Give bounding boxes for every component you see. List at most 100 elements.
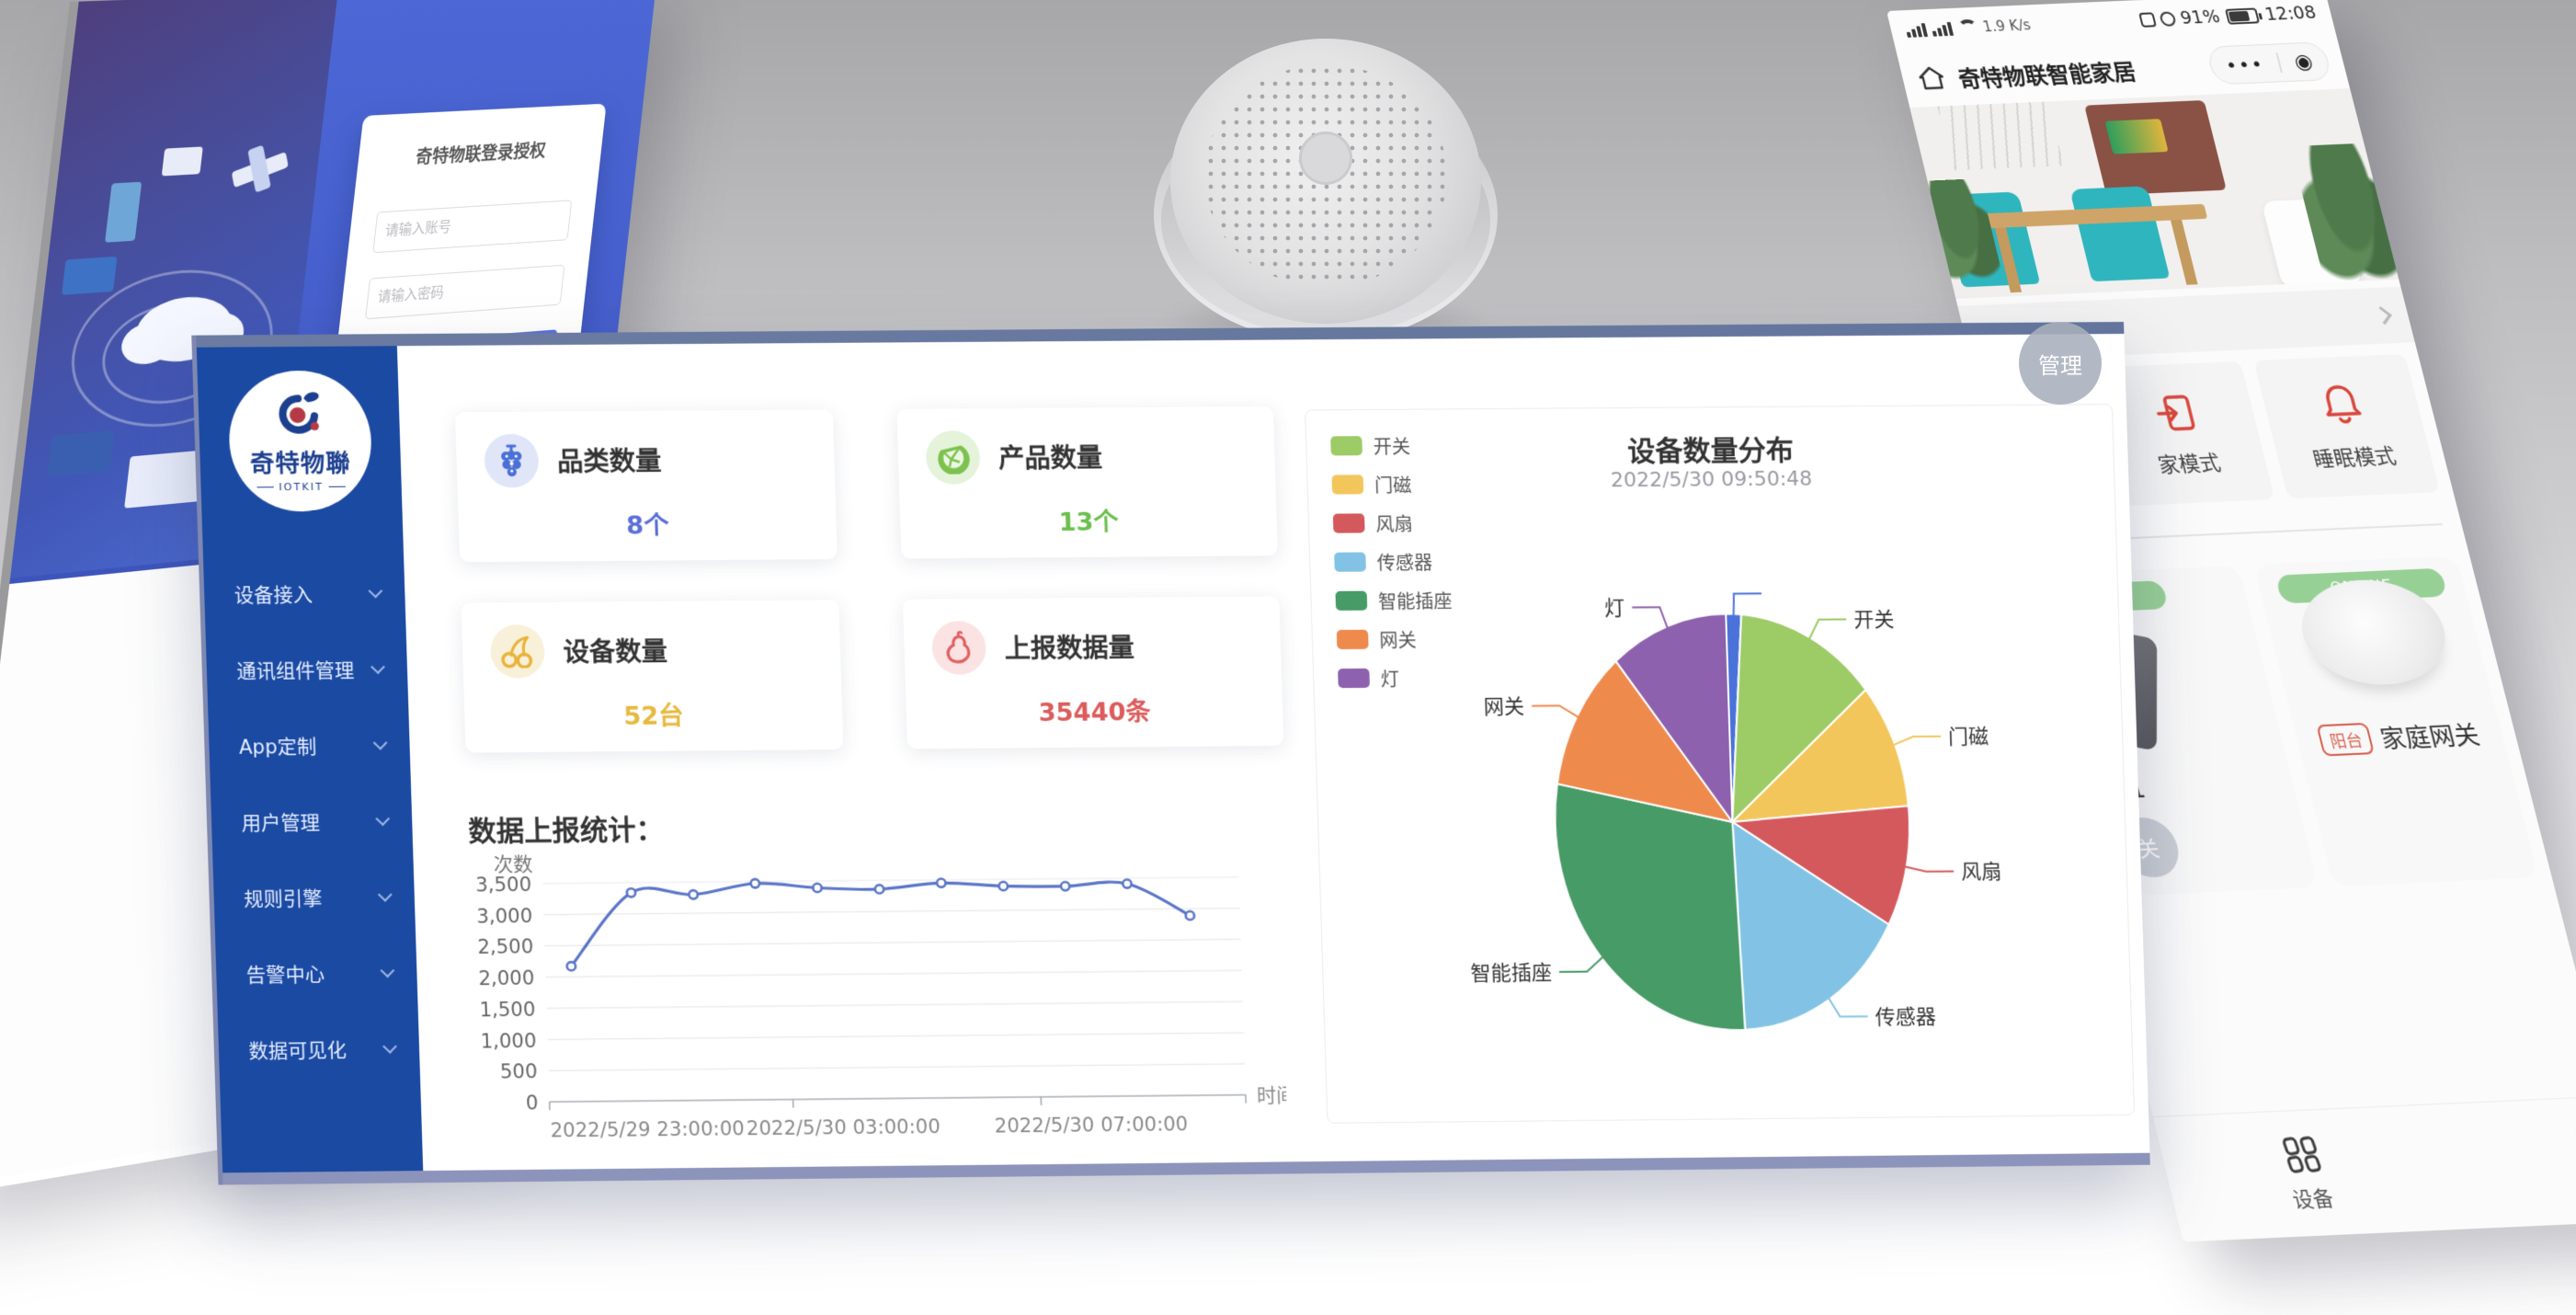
pie-slice[interactable] [1554, 783, 1745, 1032]
stat-label: 上报数据量 [1004, 628, 1134, 666]
divider [2130, 523, 2443, 539]
clock-time: 12:08 [2263, 3, 2318, 25]
miniprogram-capsule: ••• ◉ [2206, 41, 2333, 85]
wall-art [2084, 100, 2227, 195]
report-line-chart: 05001,0001,5002,0002,5003,0003,500次数2022… [462, 840, 1288, 1161]
pie-label-leader [1889, 737, 1941, 747]
data-point[interactable] [813, 884, 822, 892]
admin-dashboard-window: 奇特物聯 IOTKIT 设备接入 通讯组件管理 App定制 用户管理 规则引擎 … [191, 322, 2150, 1185]
laptop-icon [47, 430, 114, 476]
y-axis-tick: 1,000 [480, 1029, 537, 1053]
sidebar-item-device-access[interactable]: 设备接入 [203, 555, 406, 633]
dashboard-main: 品类数量 8个 产品数量 13个 [397, 334, 2150, 1171]
wifi-icon [1957, 19, 1979, 35]
nfc-icon [2138, 12, 2157, 27]
bell-icon [2312, 381, 2370, 429]
stat-card-reports: 上报数据量 35440条 [903, 596, 1283, 749]
sidebar-item-user-mgmt[interactable]: 用户管理 [211, 783, 414, 861]
stat-card-devices: 设备数量 52台 [462, 600, 844, 752]
stat-card-categories: 品类数量 8个 [455, 409, 838, 562]
tab-devices[interactable]: 设备 [2277, 1133, 2337, 1213]
data-point[interactable] [999, 882, 1009, 890]
battery-icon [2225, 7, 2260, 24]
pear-icon [931, 621, 986, 675]
y-axis-tick: 3,500 [475, 873, 532, 897]
smart-speaker-device [1143, 39, 1509, 342]
close-capsule-icon[interactable]: ◉ [2292, 50, 2316, 74]
stat-label: 设备数量 [563, 632, 668, 669]
cherries-icon [490, 624, 546, 679]
sidebar-item-app-custom[interactable]: App定制 [208, 707, 411, 784]
grid-icon [2278, 1133, 2326, 1173]
sidebar-item-comm-components[interactable]: 通讯组件管理 [206, 631, 409, 708]
report-section-title: 数据上报统计： [468, 806, 665, 849]
pie-slice-label: 传感器 [1875, 1006, 1936, 1030]
alarm-icon [2159, 11, 2177, 26]
stat-value-0: 8个 [486, 504, 809, 543]
stat-card-products: 产品数量 13个 [896, 406, 1277, 559]
sidebar: 奇特物聯 IOTKIT 设备接入 通讯组件管理 App定制 用户管理 规则引擎 … [197, 346, 423, 1172]
speaker-logo [1299, 132, 1352, 185]
y-axis-tick: 500 [500, 1059, 538, 1082]
data-point[interactable] [937, 879, 946, 887]
data-point[interactable] [1123, 879, 1132, 887]
lime-icon [925, 430, 980, 485]
pie-subtitle: 2022/5/30 09:50:48 [1307, 465, 2114, 495]
pie-label-leader [1532, 705, 1581, 719]
x-axis-tick: 2022/5/30 03:00:00 [747, 1115, 941, 1139]
pie-chart: 开关门磁风扇传感器智能插座网关灯 [1309, 515, 2132, 1119]
brand-subtitle: IOTKIT [256, 481, 347, 494]
manage-button[interactable]: 管理 [2019, 322, 2102, 405]
pie-slice-label: 门磁 [1948, 726, 1989, 749]
phone-tab-bar: 设备 我 [2153, 1096, 2576, 1242]
pie-slice-label: 开关 [1853, 609, 1895, 632]
speaker-top [1170, 39, 1481, 324]
ceiling-light [1937, 101, 2063, 170]
data-point[interactable] [1186, 911, 1195, 920]
data-point[interactable] [627, 888, 636, 897]
login-title: 奇特物联登录授权 [382, 134, 579, 171]
y-axis-title: 次数 [493, 852, 532, 875]
data-point[interactable] [567, 962, 576, 970]
data-point[interactable] [1061, 882, 1070, 890]
y-axis-tick: 0 [526, 1091, 539, 1114]
x-axis-title: 时间 [1257, 1083, 1288, 1106]
person-icon [2567, 1120, 2576, 1161]
device-distribution-panel: 开关门磁风扇传感器智能插座网关灯 设备数量分布 2022/5/30 09:50:… [1305, 404, 2135, 1124]
password-input[interactable] [365, 264, 564, 319]
monitor-icon [62, 257, 118, 295]
rabbit-logo-icon [269, 389, 329, 443]
stat-value-2: 52台 [492, 694, 815, 733]
stat-label: 品类数量 [556, 441, 662, 479]
pie-label-leader [1901, 865, 1954, 872]
pie-slice-label: 网关 [1484, 696, 1525, 719]
data-point[interactable] [689, 890, 698, 898]
tab-me[interactable]: 我 [2567, 1120, 2576, 1200]
sleep-mode-label: 睡眠模式 [2309, 440, 2399, 473]
camera-icon [162, 146, 203, 176]
data-point[interactable] [751, 879, 760, 887]
satellite-icon [247, 144, 270, 192]
pie-slice-label: 灯 [1604, 598, 1625, 621]
pie-slice-label: 风扇 [1961, 861, 2002, 884]
phone-device-icon [105, 182, 142, 243]
y-axis-tick: 2,500 [477, 935, 534, 959]
tab-devices-label: 设备 [2289, 1183, 2336, 1214]
home-icon[interactable] [1915, 64, 1949, 91]
device-name: 家庭网关 [2377, 716, 2483, 756]
sidebar-item-alert-center[interactable]: 告警中心 [215, 934, 418, 1012]
account-input[interactable] [372, 200, 572, 253]
room-photo [1909, 88, 2399, 299]
stat-value-3: 35440条 [933, 691, 1255, 729]
teal-chair [2069, 186, 2170, 281]
sleep-mode-tile[interactable]: 睡眠模式 [2253, 354, 2440, 498]
brand-name: 奇特物聯 [249, 444, 351, 479]
signal-bars-icon [1930, 21, 1954, 36]
stat-label: 产品数量 [997, 438, 1102, 475]
y-axis-tick: 3,000 [476, 904, 533, 928]
more-icon[interactable]: ••• [2223, 52, 2266, 76]
sidebar-item-data-viz[interactable]: 数据可见化 [218, 1011, 421, 1089]
sidebar-item-rule-engine[interactable]: 规则引擎 [212, 859, 416, 937]
data-point[interactable] [875, 885, 884, 893]
app-title: 奇特物联智能家居 [1955, 50, 2215, 93]
